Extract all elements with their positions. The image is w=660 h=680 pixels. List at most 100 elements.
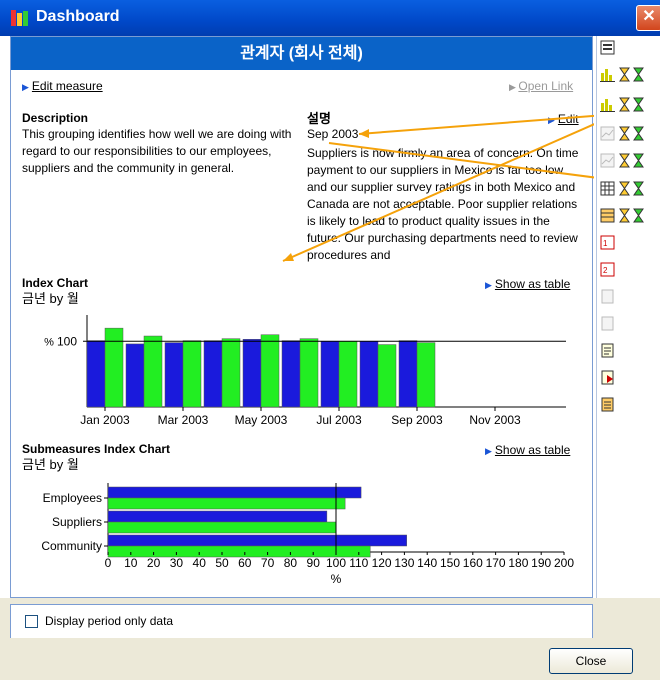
calendar-icon[interactable]: 1 — [600, 235, 615, 250]
line-chart-disabled-icon — [600, 126, 615, 141]
korean-description-label: 설명 — [307, 111, 331, 126]
sub-x-tick-label: 10 — [124, 556, 138, 570]
index-bar — [203, 340, 223, 408]
index-bar — [359, 341, 379, 408]
index-bar — [143, 335, 163, 408]
title-bar: Dashboard — [0, 0, 660, 36]
document-icon[interactable] — [600, 343, 615, 358]
index-bar — [182, 340, 202, 408]
hourglass-green-icon[interactable] — [631, 208, 646, 223]
sub-x-tick-label: 70 — [261, 556, 275, 570]
sidebar-toolbar: 1 2 — [596, 36, 660, 598]
arrow-head — [359, 129, 369, 138]
sub-x-tick-label: 50 — [215, 556, 229, 570]
bar-chart-icon[interactable] — [600, 67, 615, 82]
period-only-checkbox[interactable] — [25, 615, 38, 628]
document-disabled-icon — [601, 289, 614, 304]
hourglass-green-icon[interactable] — [631, 181, 646, 196]
arrow-head — [283, 253, 294, 261]
index-bar — [221, 338, 241, 408]
document-export-icon[interactable] — [600, 370, 615, 385]
index-bar — [125, 343, 145, 408]
calendar-edit-icon[interactable]: 2 — [600, 262, 615, 277]
index-bar — [86, 340, 106, 408]
edit-link[interactable]: ▶ Edit — [548, 110, 579, 128]
checkbox-row: Display period only data — [10, 604, 593, 638]
triangle-right-icon: ▶ — [485, 446, 492, 456]
report-icon[interactable] — [600, 40, 615, 55]
dashboard-app-icon — [11, 10, 28, 26]
hourglass-icon[interactable] — [617, 153, 632, 168]
index-bar — [242, 339, 262, 408]
hourglass-icon[interactable] — [617, 181, 632, 196]
bar-chart-icon[interactable] — [600, 97, 615, 112]
index-x-tick-label: Sep 2003 — [391, 413, 443, 427]
index-bar — [398, 340, 418, 408]
triangle-right-icon: ▶ — [22, 82, 29, 92]
window-title: Dashboard — [36, 8, 120, 25]
sub-x-tick-label: 90 — [307, 556, 321, 570]
triangle-right-icon: ▶ — [548, 115, 555, 125]
sub-x-tick-label: 110 — [349, 556, 368, 570]
index-bar — [299, 338, 319, 408]
hourglass-icon[interactable] — [617, 126, 632, 141]
index-x-tick-label: Jan 2003 — [80, 413, 130, 427]
grid-icon[interactable] — [600, 208, 615, 223]
comment-text: Suppliers is now firmly an area of conce… — [307, 146, 579, 262]
sub-x-tick-label: 30 — [170, 556, 184, 570]
sub-x-tick-label: 170 — [486, 556, 506, 570]
submeasure-bar — [107, 521, 337, 534]
edit-measure-link[interactable]: ▶ Edit measure — [22, 77, 103, 95]
sub-x-tick-label: 190 — [531, 556, 551, 570]
index-bar — [416, 342, 436, 408]
index-bar — [260, 334, 280, 408]
measure-title-bar: 관계자 (회사 전체) — [11, 37, 592, 70]
index-bar — [377, 344, 397, 408]
submeasure-bar — [107, 510, 328, 523]
notes-icon[interactable] — [600, 397, 615, 412]
submeasures-show-as-table-link[interactable]: ▶ Show as table — [485, 441, 570, 459]
sub-x-tick-label: 150 — [440, 556, 460, 570]
window-close-button[interactable]: ✕ — [636, 5, 660, 31]
submeasure-category-label: Employees — [43, 491, 102, 505]
hourglass-green-icon[interactable] — [631, 153, 646, 168]
close-button-label: Close — [575, 654, 607, 668]
sub-x-tick-label: 180 — [508, 556, 528, 570]
svg-text:2: 2 — [603, 266, 608, 275]
sub-x-tick-label: 80 — [284, 556, 298, 570]
hourglass-icon[interactable] — [617, 97, 632, 112]
sub-x-tick-label: 140 — [417, 556, 437, 570]
hourglass-icon[interactable] — [617, 208, 632, 223]
index-chart-subtitle: 금년 by 월 — [22, 291, 79, 306]
open-link[interactable]: ▶ Open Link — [509, 77, 573, 95]
hourglass-green-icon[interactable] — [631, 67, 646, 82]
index-x-tick-label: Nov 2003 — [469, 413, 521, 427]
sub-x-tick-label: 100 — [326, 556, 346, 570]
document-disabled-icon — [601, 316, 614, 331]
submeasure-category-label: Suppliers — [52, 515, 102, 529]
hourglass-icon[interactable] — [617, 67, 632, 82]
submeasure-bar — [107, 534, 407, 547]
index-y-tick-label: 100 — [57, 334, 77, 348]
table-icon[interactable] — [600, 181, 615, 196]
hourglass-green-icon[interactable] — [631, 126, 646, 141]
svg-text:1: 1 — [603, 239, 608, 248]
sub-x-tick-label: 120 — [372, 556, 392, 570]
description-text: This grouping identifies how well we are… — [22, 127, 292, 175]
sub-x-tick-label: 200 — [554, 556, 574, 570]
submeasure-bar — [107, 497, 346, 510]
triangle-right-icon: ▶ — [485, 280, 492, 290]
description-label: Description — [22, 111, 89, 125]
sub-x-axis-label: % — [331, 572, 342, 586]
index-x-tick-label: May 2003 — [235, 413, 288, 427]
submeasures-chart: Employees Suppliers Community0 10 20 30 40 50 60… — [41, 483, 574, 586]
line-chart-disabled-icon — [600, 153, 615, 168]
period-only-label: Display period only data — [45, 614, 174, 628]
sub-x-tick-label: 160 — [463, 556, 483, 570]
close-dialog-button[interactable]: Close — [549, 648, 633, 674]
index-show-as-table-link[interactable]: ▶ Show as table — [485, 275, 570, 293]
index-x-tick-label: Mar 2003 — [158, 413, 209, 427]
submeasures-chart-subtitle: 금년 by 월 — [22, 457, 79, 472]
triangle-right-icon: ▶ — [509, 82, 519, 92]
hourglass-green-icon[interactable] — [631, 97, 646, 112]
